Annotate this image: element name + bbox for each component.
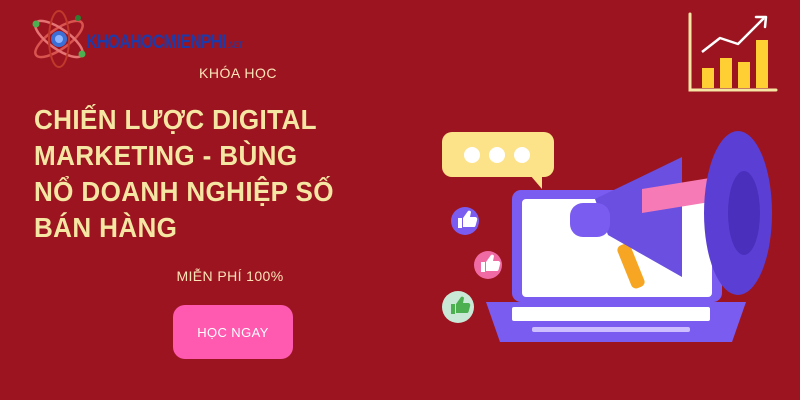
atom-logo-icon — [32, 10, 86, 68]
course-title-line: CHIẾN LƯỢC DIGITAL — [34, 104, 317, 135]
growth-chart-icon — [688, 12, 778, 92]
price-tagline: MIỄN PHÍ 100% — [176, 268, 284, 284]
logo-text: KHOAHOCMIENPHI — [86, 32, 226, 53]
logo-wordmark: KHOAHOCMIENPHI .NET — [86, 32, 243, 54]
course-banner: KHOAHOCMIENPHI .NET KHÓA HỌC CHIẾN LƯỢC D… — [0, 0, 800, 400]
logo-suffix: .NET — [227, 40, 243, 50]
course-title: CHIẾN LƯỢC DIGITAL MARKETING - BÙNG NỔ D… — [34, 102, 406, 246]
course-kicker: KHÓA HỌC — [199, 65, 277, 81]
course-title-line: BÁN HÀNG — [34, 212, 178, 243]
site-logo[interactable]: KHOAHOCMIENPHI .NET — [28, 10, 258, 68]
course-title-line: MARKETING - BÙNG — [34, 140, 298, 171]
chat-bubble-icon — [442, 132, 554, 189]
thumbs-up-icon — [451, 207, 479, 235]
thumbs-up-icon — [474, 251, 502, 279]
course-title-line: NỔ DOANH NGHIỆP SỐ — [34, 176, 334, 207]
marketing-illustration — [442, 131, 772, 342]
thumbs-up-icon — [442, 291, 474, 323]
enroll-button[interactable]: HỌC NGAY — [173, 305, 293, 359]
